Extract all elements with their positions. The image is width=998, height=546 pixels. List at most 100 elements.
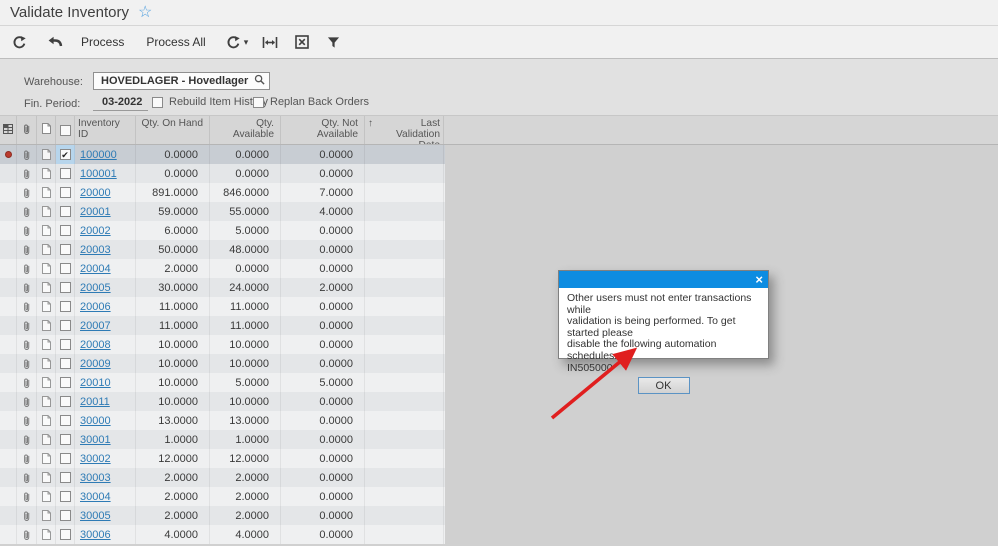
inventory-id-link[interactable]: 20010 bbox=[80, 377, 111, 389]
row-note-button[interactable] bbox=[37, 278, 56, 297]
row-files-button[interactable] bbox=[17, 240, 37, 259]
inventory-id-link[interactable]: 20001 bbox=[80, 206, 111, 218]
row-files-button[interactable] bbox=[17, 316, 37, 335]
row-note-button[interactable] bbox=[37, 449, 56, 468]
inventory-id-link[interactable]: 20003 bbox=[80, 244, 111, 256]
row-files-button[interactable] bbox=[17, 506, 37, 525]
inventory-id-link[interactable]: 30000 bbox=[80, 415, 111, 427]
inventory-id-link[interactable]: 30004 bbox=[80, 491, 111, 503]
row-note-button[interactable] bbox=[37, 411, 56, 430]
fit-to-screen-button[interactable] bbox=[262, 30, 278, 54]
refresh-button[interactable] bbox=[12, 30, 27, 54]
inventory-id-link[interactable]: 100000 bbox=[80, 149, 117, 161]
row-files-button[interactable] bbox=[17, 335, 37, 354]
row-files-button[interactable] bbox=[17, 259, 37, 278]
row-note-button[interactable] bbox=[37, 183, 56, 202]
inventory-id-link[interactable]: 30002 bbox=[80, 453, 111, 465]
row-files-button[interactable] bbox=[17, 468, 37, 487]
row-note-button[interactable] bbox=[37, 487, 56, 506]
process-all-button[interactable]: Process All bbox=[142, 30, 209, 54]
row-note-button[interactable] bbox=[37, 145, 56, 164]
row-checkbox[interactable] bbox=[60, 377, 71, 388]
row-note-button[interactable] bbox=[37, 392, 56, 411]
row-checkbox[interactable] bbox=[60, 453, 71, 464]
row-files-button[interactable] bbox=[17, 202, 37, 221]
row-checkbox[interactable] bbox=[60, 434, 71, 445]
close-icon[interactable]: × bbox=[755, 273, 763, 286]
row-files-button[interactable] bbox=[17, 297, 37, 316]
column-header-last-validation-date[interactable]: ↑ Last Validation Date bbox=[365, 116, 444, 144]
grid-settings-button[interactable] bbox=[0, 116, 17, 144]
column-header-qty-on-hand[interactable]: Qty. On Hand bbox=[136, 116, 210, 144]
row-note-button[interactable] bbox=[37, 373, 56, 392]
inventory-id-link[interactable]: 30006 bbox=[80, 529, 111, 541]
row-checkbox[interactable] bbox=[60, 491, 71, 502]
column-header-qty-not-available[interactable]: Qty. Not Available bbox=[281, 116, 365, 144]
row-note-button[interactable] bbox=[37, 164, 56, 183]
row-checkbox[interactable] bbox=[60, 225, 71, 236]
row-note-button[interactable] bbox=[37, 259, 56, 278]
inventory-id-link[interactable]: 30003 bbox=[80, 472, 111, 484]
inventory-id-link[interactable]: 20004 bbox=[80, 263, 111, 275]
row-files-button[interactable] bbox=[17, 449, 37, 468]
replan-back-orders-checkbox[interactable] bbox=[253, 97, 264, 108]
inventory-id-link[interactable]: 20000 bbox=[80, 187, 111, 199]
row-note-button[interactable] bbox=[37, 240, 56, 259]
inventory-id-link[interactable]: 20011 bbox=[80, 396, 110, 408]
row-note-button[interactable] bbox=[37, 468, 56, 487]
row-files-button[interactable] bbox=[17, 278, 37, 297]
row-checkbox[interactable] bbox=[60, 472, 71, 483]
row-files-button[interactable] bbox=[17, 411, 37, 430]
row-note-button[interactable] bbox=[37, 506, 56, 525]
inventory-id-link[interactable]: 20008 bbox=[80, 339, 111, 351]
row-files-button[interactable] bbox=[17, 373, 37, 392]
row-checkbox[interactable] bbox=[60, 206, 71, 217]
row-note-button[interactable] bbox=[37, 430, 56, 449]
inventory-id-link[interactable]: 30005 bbox=[80, 510, 111, 522]
column-header-inventory-id[interactable]: Inventory ID bbox=[75, 116, 136, 144]
row-checkbox[interactable] bbox=[60, 510, 71, 521]
row-note-button[interactable] bbox=[37, 354, 56, 373]
inventory-id-link[interactable]: 20007 bbox=[80, 320, 111, 332]
row-files-button[interactable] bbox=[17, 164, 37, 183]
search-icon[interactable] bbox=[254, 74, 265, 88]
inventory-id-link[interactable]: 100001 bbox=[80, 168, 117, 180]
row-note-button[interactable] bbox=[37, 221, 56, 240]
inventory-id-link[interactable]: 20005 bbox=[80, 282, 111, 294]
row-checkbox[interactable] bbox=[60, 187, 71, 198]
row-checkbox[interactable] bbox=[60, 301, 71, 312]
favorite-star-icon[interactable]: ☆ bbox=[138, 5, 152, 21]
row-files-button[interactable] bbox=[17, 221, 37, 240]
inventory-id-link[interactable]: 20009 bbox=[80, 358, 111, 370]
undo-button[interactable] bbox=[47, 30, 63, 54]
row-files-button[interactable] bbox=[17, 525, 37, 544]
row-checkbox[interactable] bbox=[60, 168, 71, 179]
row-files-button[interactable] bbox=[17, 392, 37, 411]
select-all-checkbox[interactable] bbox=[56, 116, 75, 144]
inventory-id-link[interactable]: 20006 bbox=[80, 301, 111, 313]
row-note-button[interactable] bbox=[37, 297, 56, 316]
row-checkbox[interactable] bbox=[60, 358, 71, 369]
process-button[interactable]: Process bbox=[77, 30, 128, 54]
column-files-header[interactable] bbox=[17, 116, 37, 144]
row-files-button[interactable] bbox=[17, 183, 37, 202]
row-note-button[interactable] bbox=[37, 202, 56, 221]
ok-button[interactable]: OK bbox=[638, 377, 690, 394]
fin-period-input[interactable]: 03-2022 bbox=[93, 94, 148, 111]
filter-button[interactable] bbox=[327, 30, 340, 54]
row-checkbox[interactable] bbox=[60, 282, 71, 293]
row-checkbox[interactable] bbox=[60, 320, 71, 331]
row-checkbox[interactable] bbox=[60, 244, 71, 255]
row-checkbox[interactable] bbox=[60, 415, 71, 426]
refresh-dropdown-button[interactable]: ▾ bbox=[226, 30, 249, 54]
column-header-qty-available[interactable]: Qty. Available bbox=[210, 116, 281, 144]
rebuild-item-history-checkbox[interactable] bbox=[152, 97, 163, 108]
warehouse-input[interactable]: HOVEDLAGER - Hovedlager bbox=[93, 72, 270, 90]
inventory-id-link[interactable]: 20002 bbox=[80, 225, 111, 237]
row-files-button[interactable] bbox=[17, 354, 37, 373]
row-note-button[interactable] bbox=[37, 525, 56, 544]
export-excel-button[interactable] bbox=[295, 30, 309, 54]
row-checkbox[interactable] bbox=[60, 263, 71, 274]
row-note-button[interactable] bbox=[37, 316, 56, 335]
row-files-button[interactable] bbox=[17, 430, 37, 449]
